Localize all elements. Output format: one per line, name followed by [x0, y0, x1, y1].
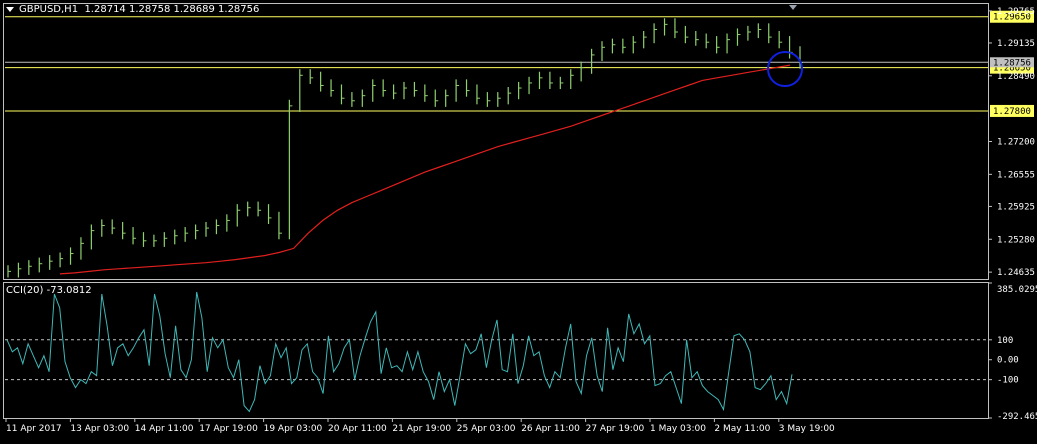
time-tick-label: 25 Apr 03:00 [457, 424, 516, 434]
price-tick-label: 1.24635 [997, 268, 1035, 278]
cci-tick-label: 385.0295 [997, 285, 1037, 295]
highlight-circle [767, 51, 803, 87]
symbol-label: GBPUSD,H1 [19, 4, 79, 15]
time-tick-label: 2 May 11:00 [714, 424, 770, 434]
time-tick-label: 27 Apr 19:00 [586, 424, 645, 434]
level-price-label: 1.27800 [993, 107, 1031, 117]
time-tick-label: 3 May 19:00 [779, 424, 835, 434]
price-tick-label: 1.29135 [997, 39, 1035, 49]
time-tick-label: 21 Apr 19:00 [392, 424, 451, 434]
cci-tick-label: 100 [997, 336, 1013, 346]
time-tick-label: 14 Apr 11:00 [135, 424, 194, 434]
shift-marker-icon[interactable] [789, 5, 797, 10]
indicator-label: CCI(20) -73.0812 [6, 285, 92, 296]
cci-tick-label: 0.00 [997, 356, 1019, 366]
cci-layer [5, 291, 988, 413]
time-tick-label: 13 Apr 03:00 [70, 424, 129, 434]
time-tick-label: 11 Apr 2017 [6, 424, 62, 434]
time-tick-label: 17 Apr 19:00 [199, 424, 258, 434]
chart-window[interactable]: 1.29650 1.28650 1.27800 1.28756 1.29765 1.291… [0, 0, 1037, 441]
price-layer [5, 16, 988, 278]
time-tick-label: 1 May 03:00 [650, 424, 706, 434]
price-tick-label: 1.29765 [997, 7, 1035, 17]
cci-tick-label: -100 [997, 376, 1019, 386]
axis-layer: 1.296501.286501.278001.287561.297651.291… [5, 7, 1037, 434]
dropdown-arrow-icon[interactable] [6, 6, 14, 12]
price-tick-label: 1.27200 [997, 138, 1035, 148]
main-plot-frame [3, 3, 989, 280]
chart-canvas[interactable]: 1.296501.286501.278001.287561.297651.291… [0, 0, 1037, 441]
cci-line [6, 291, 793, 413]
ohlc-values: 1.28714 1.28758 1.28689 1.28756 [84, 4, 260, 15]
time-tick-label: 20 Apr 11:00 [328, 424, 387, 434]
current-price-label: 1.28756 [993, 58, 1031, 68]
chart-header: GBPUSD,H1 1.28714 1.28758 1.28689 1.2875… [6, 4, 259, 15]
price-tick-label: 1.26555 [997, 170, 1035, 180]
indicator-plot-frame [3, 282, 989, 419]
price-tick-label: 1.25925 [997, 202, 1035, 212]
time-tick-label: 26 Apr 11:00 [521, 424, 580, 434]
time-tick-label: 19 Apr 03:00 [264, 424, 323, 434]
indicator-header: CCI(20) -73.0812 [6, 285, 92, 296]
price-tick-label: 1.28490 [997, 72, 1035, 82]
price-tick-label: 1.25280 [997, 235, 1035, 245]
cci-tick-label: -292.4654 [997, 412, 1037, 422]
